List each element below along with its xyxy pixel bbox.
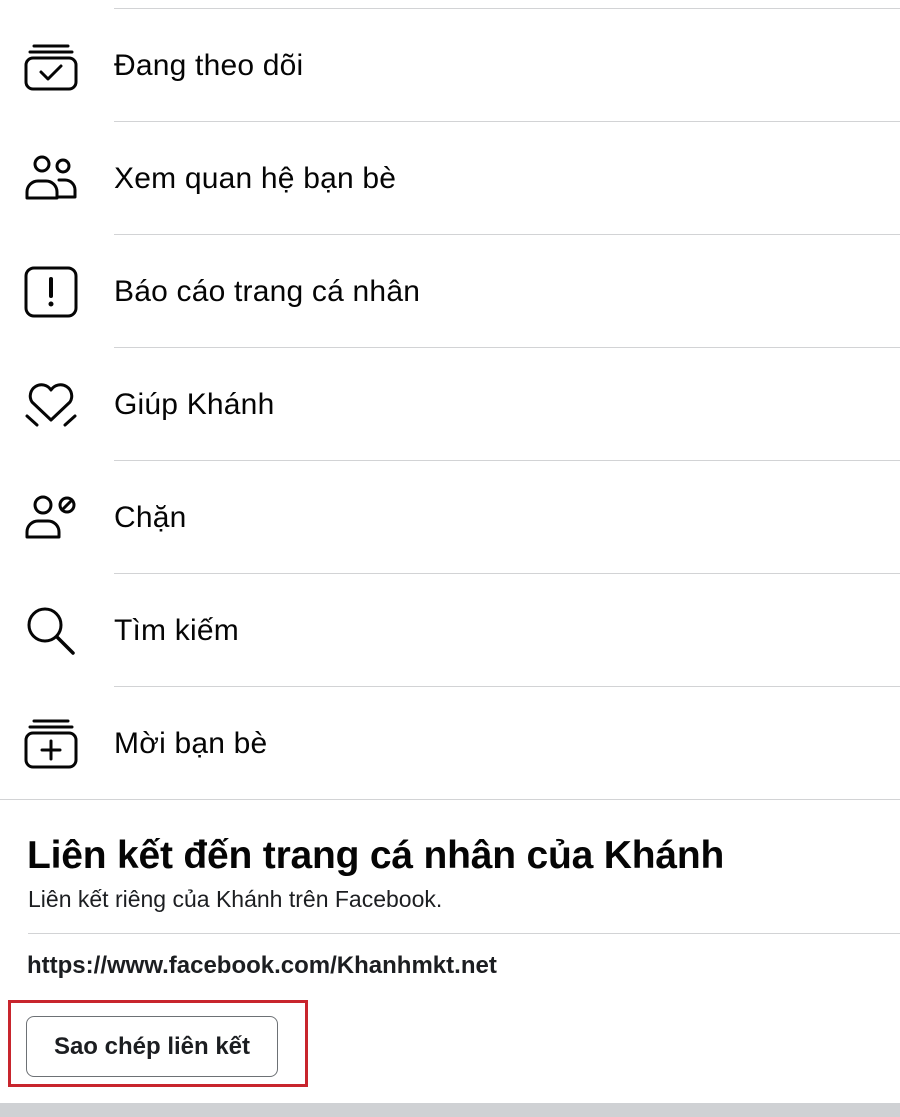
menu-item-report-profile[interactable]: Báo cáo trang cá nhân — [0, 235, 900, 348]
menu-item-label: Chặn — [114, 500, 187, 534]
friends-icon — [22, 150, 80, 208]
menu-item-see-friendship[interactable]: Xem quan hệ bạn bè — [0, 122, 900, 235]
section-divider — [0, 799, 900, 800]
copy-link-button[interactable]: Sao chép liên kết — [26, 1016, 278, 1077]
bottom-gray-bar — [0, 1103, 900, 1117]
profile-link-url[interactable]: https://www.facebook.com/Khanhmkt.net — [27, 952, 497, 980]
profile-link-subtitle: Liên kết riêng của Khánh trên Facebook. — [28, 886, 443, 912]
menu-item-label: Mời bạn bè — [114, 726, 268, 760]
search-icon — [22, 602, 80, 660]
menu-item-invite-friends[interactable]: Mời bạn bè — [0, 687, 900, 800]
menu-item-label: Xem quan hệ bạn bè — [114, 161, 397, 195]
menu-item-search[interactable]: Tìm kiếm — [0, 574, 900, 687]
invite-friends-icon — [22, 715, 80, 773]
divider — [28, 933, 900, 934]
menu-item-label: Đang theo dõi — [114, 48, 304, 82]
following-check-icon — [22, 37, 80, 95]
report-icon — [22, 263, 80, 321]
menu-item-label: Báo cáo trang cá nhân — [114, 274, 421, 308]
menu-item-block[interactable]: Chặn — [0, 461, 900, 574]
heart-help-icon — [22, 376, 80, 434]
menu-item-following[interactable]: Đang theo dõi — [0, 9, 900, 122]
menu-item-label: Giúp Khánh — [114, 387, 275, 421]
menu-item-help-khanh[interactable]: Giúp Khánh — [0, 348, 900, 461]
menu-item-label: Tìm kiếm — [114, 613, 239, 647]
profile-link-title: Liên kết đến trang cá nhân của Khánh — [27, 834, 725, 877]
block-user-icon — [22, 489, 80, 547]
